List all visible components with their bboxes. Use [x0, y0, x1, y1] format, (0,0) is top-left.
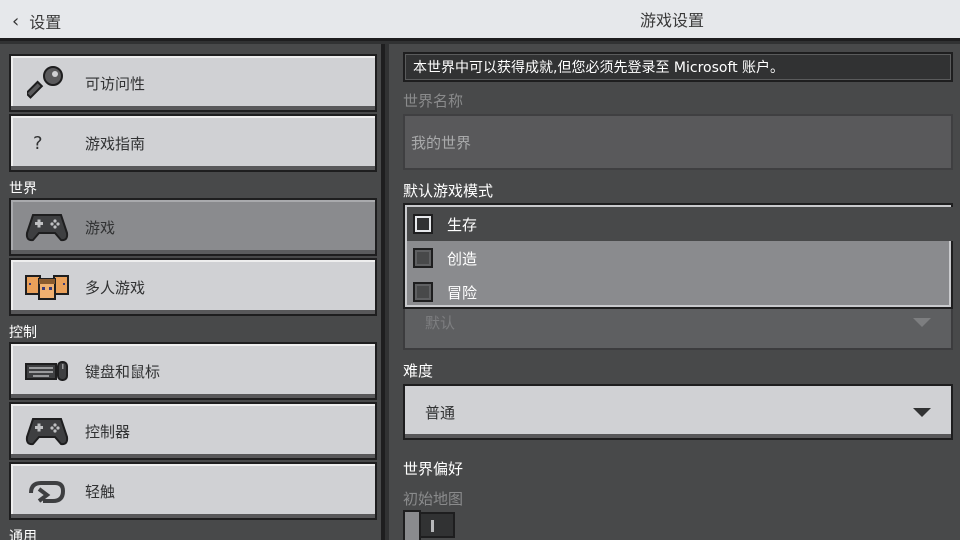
sidebar-item-label: 游戏指南 [85, 134, 146, 153]
section-title-controls: 控制 [9, 325, 37, 341]
sidebar-item-label: 轻触 [85, 482, 116, 501]
sidebar-item-label: 可访问性 [85, 74, 146, 93]
sidebar-item-label: 游戏 [85, 218, 116, 237]
sidebar-item-controller[interactable]: 控制器 [9, 402, 377, 460]
sidebar-item-game[interactable]: 游戏 [9, 198, 377, 256]
multiplayer-faces-icon [25, 269, 69, 305]
sidebar-item-label: 键盘和鼠标 [85, 362, 161, 381]
world-name-label: 世界名称 [403, 92, 464, 110]
sidebar-item-label: 多人游戏 [85, 278, 146, 297]
question-icon: ? [33, 132, 43, 154]
sidebar: 可访问性 ? 游戏指南 世界 游戏 多人游戏 控制 键盘和鼠标 控制器 轻触 通… [0, 44, 385, 540]
difficulty-label: 难度 [403, 362, 434, 380]
option-label: 冒险 [447, 283, 478, 302]
difficulty-value: 普通 [425, 403, 456, 422]
option-label: 生存 [447, 215, 478, 234]
sidebar-item-how-to-play[interactable]: ? 游戏指南 [9, 114, 377, 172]
touch-hand-icon [25, 473, 69, 509]
chevron-down-icon [913, 318, 931, 327]
toggle-on-mark [431, 520, 434, 532]
starter-map-label: 初始地图 [403, 490, 464, 508]
controller-icon [25, 209, 69, 245]
page-title: 游戏设置 [640, 11, 705, 30]
back-label: 设置 [29, 13, 62, 32]
option-label: 创造 [447, 249, 478, 268]
game-mode-options: 生存 创造 冒险 [403, 203, 953, 309]
toggle-knob [403, 510, 421, 540]
controller-icon [25, 413, 69, 449]
keyboard-mouse-icon [25, 353, 69, 389]
sidebar-item-accessibility[interactable]: 可访问性 [9, 54, 377, 112]
section-title-world: 世界 [9, 181, 37, 197]
game-mode-current: 默认 [425, 313, 456, 332]
settings-content: 本世界中可以获得成就,但您必须先登录至 Microsoft 账户。 世界名称 我… [389, 44, 960, 540]
chevron-left-icon: ‹ [12, 10, 20, 32]
sidebar-item-keyboard-mouse[interactable]: 键盘和鼠标 [9, 342, 377, 400]
option-checkbox [413, 214, 433, 234]
game-mode-option-adventure[interactable]: 冒险 [407, 275, 953, 309]
key-icon [25, 65, 69, 101]
game-mode-label: 默认游戏模式 [403, 182, 494, 200]
game-mode-option-creative[interactable]: 创造 [407, 241, 953, 275]
difficulty-dropdown[interactable]: 普通 [403, 384, 953, 440]
starter-map-toggle[interactable] [403, 510, 455, 540]
sidebar-item-touch[interactable]: 轻触 [9, 462, 377, 520]
sidebar-item-label: 控制器 [85, 422, 131, 441]
achievements-notice: 本世界中可以获得成就,但您必须先登录至 Microsoft 账户。 [403, 52, 953, 82]
section-title-general: 通用 [9, 529, 37, 540]
world-preferences-label: 世界偏好 [403, 460, 464, 478]
top-bar: ‹ 设置 游戏设置 [0, 0, 960, 41]
world-name-input[interactable]: 我的世界 [403, 114, 953, 170]
sidebar-item-multiplayer[interactable]: 多人游戏 [9, 258, 377, 316]
option-checkbox [413, 248, 433, 268]
game-mode-option-survival[interactable]: 生存 [407, 207, 953, 241]
option-checkbox [413, 282, 433, 302]
back-button[interactable]: ‹ 设置 [12, 8, 61, 34]
chevron-down-icon [913, 408, 931, 417]
